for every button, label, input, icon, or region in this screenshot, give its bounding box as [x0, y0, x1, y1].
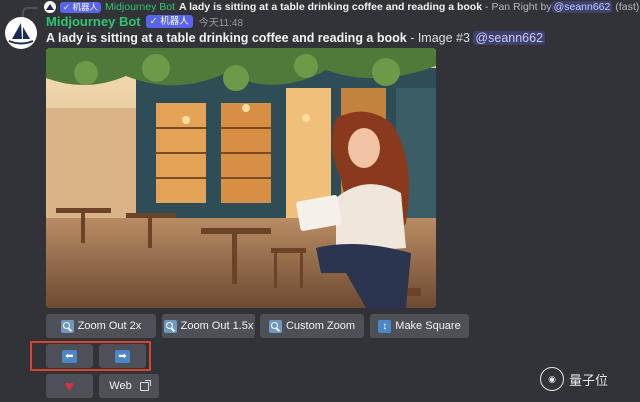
- custom-zoom-label: Custom Zoom: [285, 320, 356, 332]
- zoom-out-2x-button[interactable]: Zoom Out 2x: [46, 314, 156, 338]
- reply-action: - Pan Right by: [485, 1, 552, 13]
- message-header: Midjourney Bot ✓ 机器人 今天11:48: [46, 14, 243, 29]
- reply-app-tag: ✓ 机器人: [60, 1, 101, 13]
- highlight-box: [30, 341, 151, 371]
- avatar[interactable]: [5, 17, 37, 49]
- user-mention[interactable]: @seann662: [473, 31, 546, 45]
- web-label: Web: [109, 380, 132, 392]
- magnifier-icon: [268, 319, 282, 333]
- zoom-out-1-5x-label: Zoom Out 1.5x: [180, 320, 254, 332]
- image-label: - Image #3: [406, 31, 474, 45]
- heart-icon: ♥: [65, 377, 74, 395]
- prompt-text: A lady is sitting at a table drinking co…: [46, 31, 407, 45]
- make-square-label: Make Square: [395, 320, 461, 332]
- reply-prompt[interactable]: A lady is sitting at a table drinking co…: [179, 1, 482, 13]
- reply-author[interactable]: Midjourney Bot: [105, 1, 175, 13]
- reply-speed: (fast): [615, 1, 640, 13]
- magnifier-icon: [60, 319, 74, 333]
- watermark-text: 量子位: [569, 372, 609, 388]
- message-content: A lady is sitting at a table drinking co…: [46, 31, 546, 45]
- zoom-out-2x-label: Zoom Out 2x: [77, 320, 142, 332]
- watermark: ◉ 量子位: [540, 367, 608, 391]
- custom-zoom-button[interactable]: Custom Zoom: [260, 314, 364, 338]
- magnifier-icon: [163, 319, 177, 333]
- reply-reference[interactable]: ✓ 机器人 Midjourney Bot A lady is sitting a…: [22, 0, 640, 19]
- external-link-icon: [139, 379, 151, 391]
- author-name[interactable]: Midjourney Bot: [46, 14, 141, 29]
- expand-icon: ↕: [378, 319, 392, 333]
- app-tag: ✓ 机器人: [145, 15, 193, 28]
- timestamp[interactable]: 今天11:48: [199, 14, 243, 29]
- reply-mention[interactable]: @seann662: [551, 1, 613, 13]
- zoom-out-1-5x-button[interactable]: Zoom Out 1.5x: [162, 314, 255, 338]
- favorite-button[interactable]: ♥: [46, 374, 93, 398]
- web-button[interactable]: Web: [99, 374, 159, 398]
- make-square-button[interactable]: ↕ Make Square: [370, 314, 469, 338]
- reply-avatar[interactable]: [44, 1, 56, 13]
- generated-image[interactable]: [46, 48, 436, 308]
- wechat-icon: ◉: [540, 367, 564, 391]
